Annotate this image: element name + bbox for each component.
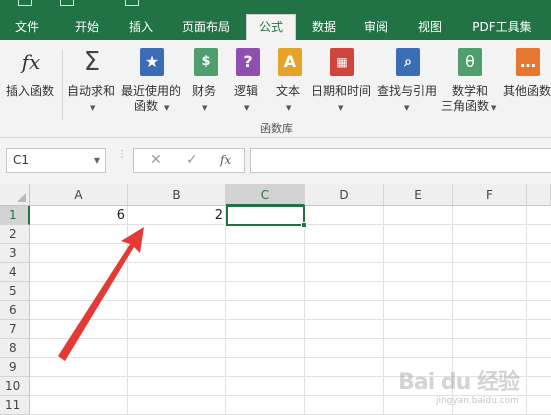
theta-book-icon: θ — [458, 48, 482, 76]
autosum-button[interactable]: Σ 自动求和 ▼ — [66, 48, 118, 120]
formula-input[interactable] — [250, 148, 551, 173]
red-arrow-icon — [58, 227, 144, 361]
formula-bar: C1 ▼ ⋮ ✕ ✓ fx — [0, 138, 551, 184]
more-functions-label: 其他函数 — [503, 84, 551, 98]
lookup-reference-label: 查找与引用 — [377, 84, 438, 98]
text-book-icon: A — [278, 48, 302, 76]
math-trig-button[interactable]: θ 数学和 三角函数 ▼ — [440, 48, 500, 120]
quick-access-toolbar — [0, 0, 551, 13]
watermark: Bai du 经验 — [398, 370, 520, 395]
logical-button[interactable]: ? 逻辑 ▼ — [230, 48, 266, 120]
text-button[interactable]: A 文本 ▼ — [272, 48, 308, 120]
quick-access-icon[interactable] — [18, 0, 32, 6]
chevron-down-icon[interactable]: ▼ — [94, 149, 100, 172]
ribbon-separator — [62, 50, 63, 120]
chevron-down-icon: ▼ — [202, 104, 208, 112]
magnifier-book-icon: ⌕ — [396, 48, 420, 76]
text-label: 文本 — [276, 84, 301, 98]
more-functions-button[interactable]: … 其他函数 — [502, 48, 551, 120]
tab-insert[interactable]: 插入 — [118, 15, 164, 40]
recently-used-label: 最近使用的 — [121, 84, 182, 98]
financial-label: 财务 — [192, 84, 217, 98]
tab-data[interactable]: 数据 — [302, 15, 346, 40]
tab-page-layout[interactable]: 页面布局 — [176, 15, 236, 40]
recently-used-button[interactable]: ★ 最近使用的 函数 ▼ — [120, 48, 184, 120]
chevron-down-icon: ▼ — [286, 104, 292, 112]
coins-book-icon: $ — [194, 48, 218, 76]
chevron-down-icon: ▼ — [338, 104, 344, 112]
financial-button[interactable]: $ 财务 ▼ — [188, 48, 224, 120]
tab-file[interactable]: 文件 — [4, 15, 50, 40]
fx-icon[interactable]: fx — [220, 153, 231, 167]
chevron-down-icon: ▼ — [164, 104, 170, 112]
fx-icon: fx — [21, 50, 41, 74]
tab-view[interactable]: 视图 — [408, 15, 452, 40]
math-trig-label-2: 三角函数 — [441, 99, 490, 113]
insert-function-label: 插入函数 — [6, 84, 55, 98]
drag-handle-icon[interactable]: ⋮ — [117, 150, 127, 160]
autosum-label: 自动求和 — [67, 84, 116, 98]
star-book-icon: ★ — [140, 48, 164, 76]
date-time-label: 日期和时间 — [311, 84, 372, 98]
chevron-down-icon: ▼ — [90, 104, 96, 112]
name-box-value: C1 — [13, 153, 30, 167]
more-book-icon: … — [516, 48, 540, 76]
recently-used-label-2: 函数 — [134, 99, 159, 113]
tab-home[interactable]: 开始 — [64, 15, 110, 40]
watermark-url: jingyan.baidu.com — [435, 396, 519, 406]
date-time-button[interactable]: ▦ 日期和时间 ▼ — [310, 48, 374, 120]
calendar-book-icon: ▦ — [330, 48, 354, 76]
question-book-icon: ? — [236, 48, 260, 76]
ribbon-tab-bar: 文件 开始 插入 页面布局 公式 数据 审阅 视图 PDF工具集 — [0, 0, 551, 40]
sigma-icon: Σ — [83, 47, 101, 77]
tab-formulas[interactable]: 公式 — [246, 14, 296, 40]
math-trig-label: 数学和 — [452, 84, 489, 98]
chevron-down-icon: ▼ — [491, 104, 497, 112]
quick-access-icon[interactable] — [60, 0, 74, 6]
quick-access-icon[interactable] — [125, 0, 139, 6]
cancel-icon[interactable]: ✕ — [150, 152, 162, 168]
name-box[interactable]: C1 ▼ — [6, 148, 106, 173]
tab-review[interactable]: 审阅 — [354, 15, 398, 40]
insert-function-button[interactable]: fx 插入函数 — [4, 48, 58, 118]
tab-pdf-tools[interactable]: PDF工具集 — [462, 15, 542, 40]
logical-label: 逻辑 — [234, 84, 259, 98]
ribbon-formulas-panel: fx 插入函数 Σ 自动求和 ▼ ★ 最近使用的 函数 ▼ $ 财务 ▼ ? 逻… — [0, 40, 551, 138]
enter-icon[interactable]: ✓ — [186, 152, 198, 168]
chevron-down-icon: ▼ — [244, 104, 250, 112]
function-library-group-label: 函数库 — [260, 122, 293, 135]
lookup-reference-button[interactable]: ⌕ 查找与引用 ▼ — [376, 48, 440, 120]
chevron-down-icon: ▼ — [404, 104, 410, 112]
formula-buttons: ✕ ✓ fx — [133, 148, 245, 173]
